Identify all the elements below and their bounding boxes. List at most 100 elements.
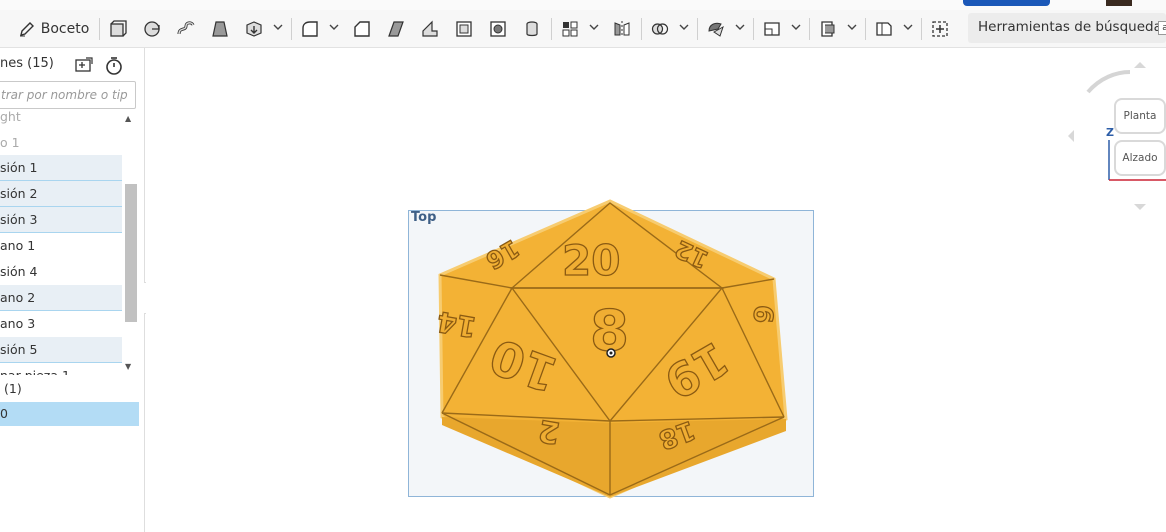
mirror-icon [614, 21, 630, 37]
draft-button[interactable] [384, 17, 408, 41]
sheet-metal-icon [821, 21, 835, 37]
toolbar-divider [865, 18, 866, 40]
feature-list-panel: nes (15) trar por nombre o tip ght o 1 s… [0, 48, 145, 532]
view-cube[interactable]: Z Planta Alzado [1060, 58, 1166, 218]
plane-button[interactable] [760, 17, 784, 41]
feature-item[interactable]: sión 2 [0, 181, 122, 207]
fillet-icon [302, 21, 318, 37]
toolbar-divider [641, 18, 642, 40]
add-folder-icon[interactable] [74, 56, 94, 74]
mirror-button[interactable] [610, 17, 634, 41]
thicken-button[interactable] [242, 17, 266, 41]
split-icon [708, 22, 724, 37]
feature-item[interactable]: o 1 [0, 130, 122, 156]
view-cube-top-face[interactable]: Planta [1114, 98, 1166, 134]
rotate-down-arrow-icon[interactable] [1134, 204, 1146, 210]
rotate-arc-icon[interactable] [1086, 70, 1131, 94]
pattern-icon [562, 21, 578, 37]
feature-item[interactable]: sión 3 [0, 207, 122, 233]
surface-button[interactable] [872, 17, 896, 41]
shell-icon [456, 21, 472, 37]
die-face-number: 6 [747, 304, 778, 325]
z-axis-label: Z [1106, 126, 1114, 139]
search-tools-input[interactable]: Herramientas de búsqueda... a [968, 13, 1166, 43]
top-strip [0, 0, 1166, 10]
revolve-icon [144, 21, 160, 37]
feature-list: ght o 1 sión 1 sión 2 sión 3 ano 1 sión … [0, 110, 122, 375]
toolbar-divider [809, 18, 810, 40]
chevron-down-icon[interactable] [847, 22, 857, 32]
parts-header[interactable]: (1) [4, 381, 22, 396]
feature-list-title: nes (15) [0, 56, 54, 71]
d20-die-model[interactable]: 20 8 10 19 14 6 16 12 2 18 [430, 195, 800, 505]
sheet-metal-button[interactable] [816, 17, 840, 41]
loft-icon [212, 21, 228, 37]
boolean-button[interactable] [648, 17, 672, 41]
hole-icon [490, 21, 506, 37]
feature-item[interactable]: sión 5 [0, 337, 122, 363]
user-avatar[interactable] [1106, 0, 1132, 6]
feature-item[interactable]: sión 4 [0, 259, 122, 285]
toolbar-divider [291, 18, 292, 40]
keyboard-shortcut-badge: a [1158, 21, 1166, 35]
rotate-left-arrow-icon[interactable] [1068, 130, 1074, 142]
cylinder-icon [526, 21, 538, 37]
toolbar-divider [551, 18, 552, 40]
sketch-button[interactable]: Boceto [18, 17, 90, 41]
linear-pattern-button[interactable] [558, 17, 582, 41]
hole-button[interactable] [486, 17, 510, 41]
split-button[interactable] [704, 17, 728, 41]
pencil-icon [19, 22, 34, 37]
die-face-number: 20 [562, 236, 620, 285]
chevron-down-icon[interactable] [273, 22, 283, 32]
feature-filter-input[interactable]: trar por nombre o tip [0, 81, 136, 109]
rib-button[interactable] [418, 17, 442, 41]
sketch-label: Boceto [40, 21, 90, 37]
plane-icon [764, 22, 780, 36]
loft-button[interactable] [208, 17, 232, 41]
add-feature-icon [932, 21, 948, 37]
rib-icon [422, 20, 438, 37]
add-custom-feature-button[interactable] [928, 17, 952, 41]
part-item-selected[interactable]: 0 [0, 402, 139, 426]
chevron-down-icon[interactable] [735, 22, 745, 32]
cylinder-button[interactable] [520, 17, 544, 41]
boolean-icon [651, 23, 669, 35]
die-side [442, 417, 786, 497]
chevron-down-icon[interactable] [679, 22, 689, 32]
scroll-down-arrow-icon[interactable]: ▼ [125, 362, 131, 371]
fillet-button[interactable] [298, 17, 322, 41]
toolbar-divider [921, 18, 922, 40]
feature-item[interactable]: sión 1 [0, 155, 122, 181]
view-cube-front-face[interactable]: Alzado [1114, 140, 1166, 176]
shell-button[interactable] [452, 17, 476, 41]
chevron-down-icon[interactable] [589, 22, 599, 32]
scrollbar-thumb[interactable] [125, 184, 137, 322]
scroll-up-arrow-icon[interactable]: ▲ [125, 114, 131, 123]
share-button-edge[interactable] [963, 0, 1050, 6]
extrude-icon [110, 20, 127, 37]
toolbar-divider [697, 18, 698, 40]
sweep-icon [177, 21, 195, 35]
draft-icon [388, 21, 404, 37]
origin-marker-dot [609, 351, 613, 355]
chevron-down-icon[interactable] [791, 22, 801, 32]
chevron-down-icon[interactable] [329, 22, 339, 32]
rotate-up-arrow-icon[interactable] [1134, 62, 1146, 68]
feature-item[interactable]: ano 1 [0, 233, 122, 259]
feature-item[interactable]: nar pieza 1 [0, 363, 122, 375]
feature-item[interactable]: ano 2 [0, 285, 122, 311]
surface-icon [876, 22, 892, 36]
timer-icon[interactable] [105, 56, 123, 76]
thicken-icon [246, 21, 262, 37]
feature-list-scrollbar[interactable]: ▲ ▼ [122, 110, 138, 375]
extrude-button[interactable] [106, 17, 130, 41]
chamfer-button[interactable] [350, 17, 374, 41]
feature-item[interactable]: ght [0, 110, 122, 130]
sweep-button[interactable] [174, 17, 198, 41]
chevron-down-icon[interactable] [903, 22, 913, 32]
feature-item[interactable]: ano 3 [0, 311, 122, 337]
toolbar-divider [753, 18, 754, 40]
revolve-button[interactable] [140, 17, 164, 41]
search-tools-label: Herramientas de búsqueda... [978, 19, 1166, 35]
